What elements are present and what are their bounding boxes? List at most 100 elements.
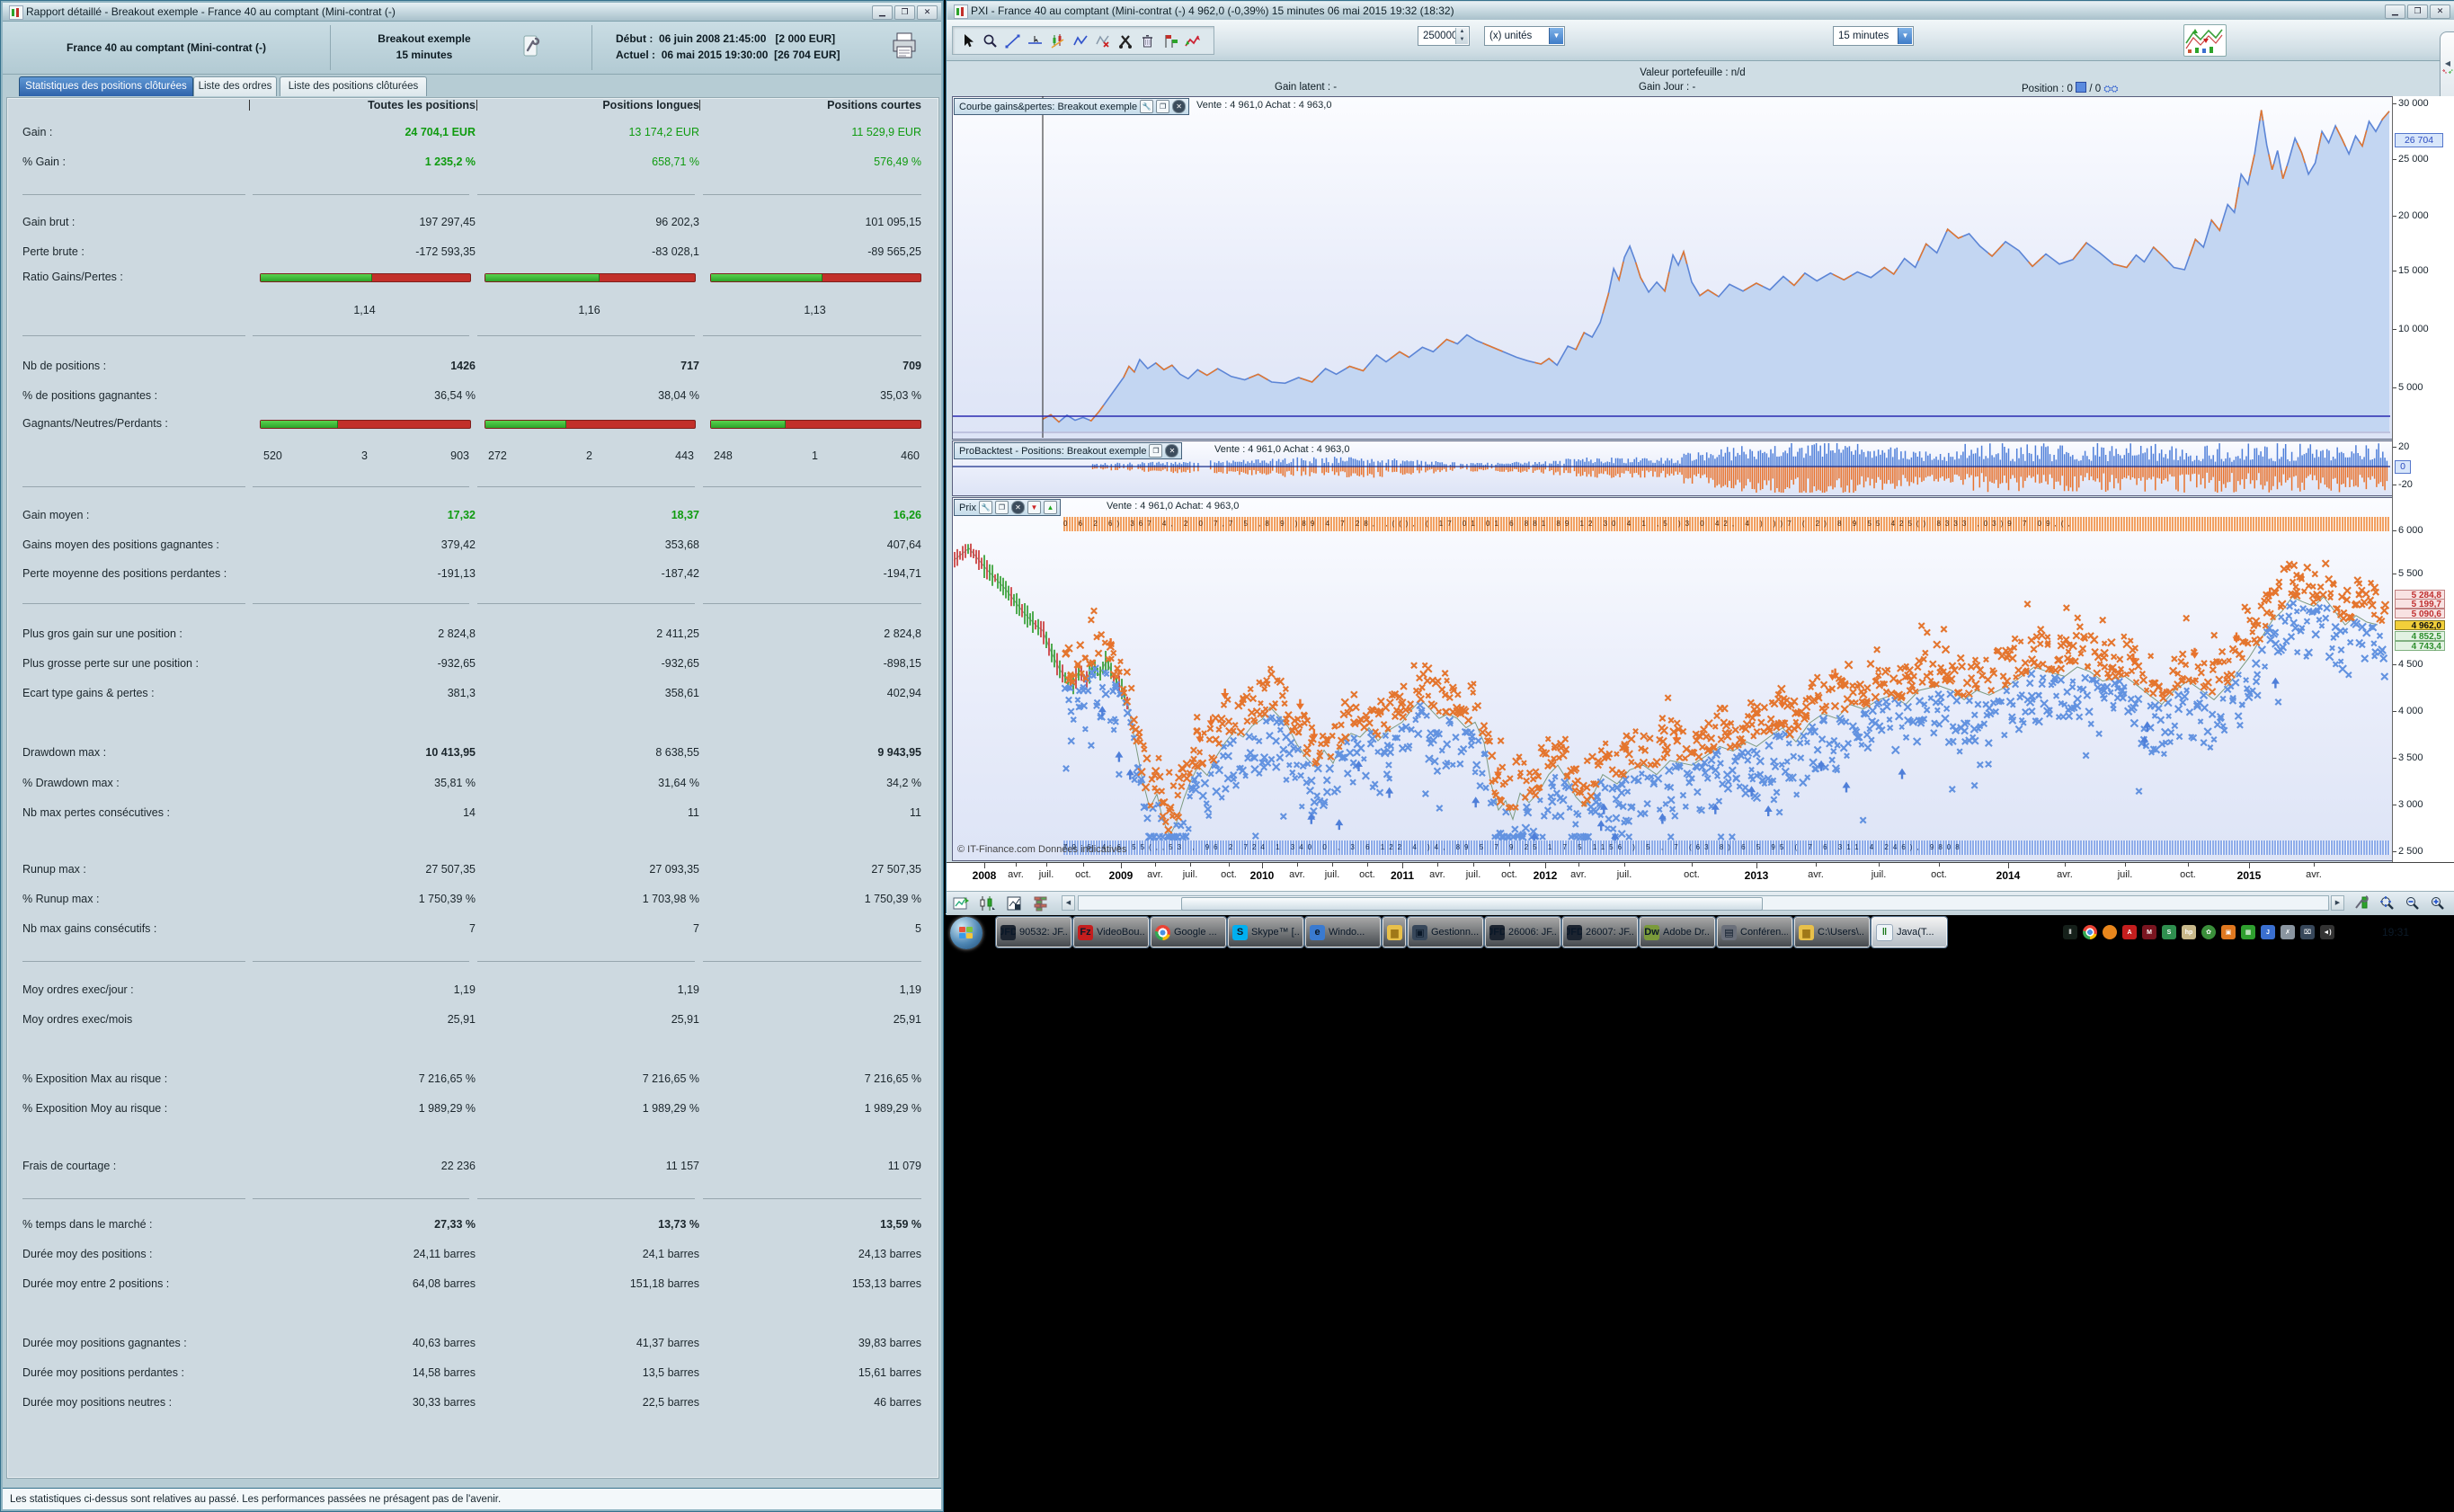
x-tick <box>2314 863 2315 867</box>
axis-tick-label: 20 <box>2398 441 2409 452</box>
zoom-in-icon[interactable] <box>2426 894 2450 912</box>
x-tick-label: 2009 <box>1109 869 1134 882</box>
axis-tick-label: 2 500 <box>2398 846 2423 857</box>
taskbar-button[interactable]: Google ... <box>1151 917 1226 947</box>
long-trades-band: 79 6 4 6 55(,,53 , 96 2 724 1 340 0 , 3 … <box>1063 840 2390 855</box>
sell-arrow-icon[interactable]: ▼ <box>1027 501 1041 514</box>
restore-button[interactable]: ❐ <box>894 5 915 20</box>
wrench-icon[interactable]: 🔧 <box>979 501 992 514</box>
x-tick-label: 2014 <box>1996 869 2021 882</box>
taskbar-button[interactable]: ▤Conféren... <box>1717 917 1792 947</box>
equity-panel-tab[interactable]: Courbe gains&pertes: Breakout exemple 🔧 … <box>954 98 1189 115</box>
strategy-timeframe: 15 minutes <box>330 49 519 61</box>
start-button[interactable] <box>950 917 982 949</box>
tab-liste-positions[interactable]: Liste des positions clôturées <box>280 76 427 96</box>
detach-window-icon[interactable]: ❐ <box>1156 100 1169 113</box>
price-panel-tab[interactable]: Prix 🔧 ❐ ✕ ▼ ▲ <box>954 499 1061 516</box>
jfd-icon: JFD <box>1489 925 1505 940</box>
taskbar-button[interactable]: FzVideoBou... <box>1073 917 1149 947</box>
new-chart-icon[interactable] <box>1002 894 1026 912</box>
short-trades-band: 0 6 2 6) 367 4, 2 0 7,7 5 ,8 9 )89 4 7 2… <box>1063 517 2390 531</box>
scrollbar-thumb[interactable] <box>1181 897 1763 911</box>
desktop: Rapport détaillé - Breakout exemple - Fr… <box>0 0 2454 1510</box>
chrome-icon <box>1155 925 1170 940</box>
taskbar-button[interactable]: DwAdobe Dr... <box>1640 917 1715 947</box>
taskbar-clock[interactable]: 19:31 <box>2382 926 2409 938</box>
close-button[interactable]: ✕ <box>917 5 938 20</box>
minimize-button[interactable]: ▁ <box>872 5 893 20</box>
folder-icon: ▆ <box>1799 925 1814 940</box>
system-tray: ‖ AMShp ✿ ▣ ▦ J ✗ ⌧ ◄) <box>2063 925 2334 939</box>
chrome-tray-icon[interactable] <box>2083 925 2097 939</box>
x-tick <box>1939 863 1940 867</box>
taskbar-button[interactable]: ▆ <box>1383 917 1406 947</box>
x-tick <box>1121 863 1122 868</box>
y-axis[interactable]: 30 00025 00020 00015 00010 0005 00020-20… <box>2392 96 2454 862</box>
chart-window: PXI - France 40 au comptant (Mini-contra… <box>946 0 2454 915</box>
volume-bricks-icon[interactable] <box>1029 894 1053 912</box>
taskbar-button[interactable]: ▆C:\Users\... <box>1794 917 1870 947</box>
x-tick-label: juil. <box>1872 869 1887 880</box>
detach-window-icon[interactable]: ❐ <box>995 501 1009 514</box>
wrench-icon[interactable]: 🔧 <box>1140 100 1153 113</box>
taskbar-button[interactable]: ▣Gestionn... <box>1408 917 1483 947</box>
ribbon-tray-icon[interactable]: ✿ <box>2201 925 2216 939</box>
x-tick-label: oct. <box>1931 869 1947 880</box>
taskbar-button[interactable]: eWindo... <box>1305 917 1381 947</box>
price-quote: Vente : 4 961,0 Achat: 4 963,0 <box>1107 501 1239 511</box>
taskbar-button-label: Adobe Dr... <box>1663 927 1711 938</box>
x-tick-label: juil. <box>1325 869 1340 880</box>
shield-tray-icon[interactable]: ✗ <box>2281 925 2295 939</box>
x-tick-label: 2011 <box>1391 869 1414 882</box>
axis-tick-label: 5 500 <box>2398 568 2423 579</box>
scrollbar-track[interactable] <box>1078 895 2329 911</box>
close-icon[interactable]: ✕ <box>1011 501 1025 514</box>
x-tick <box>1332 863 1333 867</box>
price-level-label: 5 199,7 <box>2395 599 2445 609</box>
taskbar-button[interactable]: JFD90532: JF... <box>996 917 1071 947</box>
report-titlebar[interactable]: Rapport détaillé - Breakout exemple - Fr… <box>3 3 941 22</box>
x-tick <box>1083 863 1084 867</box>
restore-chart-icon[interactable] <box>950 894 974 912</box>
taskbar-button-label: VideoBou... <box>1097 927 1144 938</box>
taskbar-button-label: Java(T... <box>1897 927 1934 938</box>
x-axis[interactable]: 2008avr.juil.oct.2009avr.juil.oct.2010av… <box>947 862 2454 891</box>
speaker-tray-icon[interactable]: ◄) <box>2320 925 2334 939</box>
taskbar-button[interactable]: ‖Java(T... <box>1872 917 1947 947</box>
x-tick-label: 2008 <box>973 869 997 882</box>
candlestick-style-icon[interactable] <box>975 894 999 912</box>
detach-window-icon[interactable]: ❐ <box>1149 444 1162 458</box>
hp-tray-icon[interactable]: hp <box>2182 925 2196 939</box>
orange-ball-tray-icon[interactable] <box>2103 925 2117 939</box>
x-tick <box>2188 863 2189 867</box>
display-tray-icon[interactable]: ⌧ <box>2300 925 2315 939</box>
x-tick-label: avr. <box>1289 869 1305 880</box>
zoom-out-icon[interactable] <box>2401 894 2424 912</box>
candle-tray-icon[interactable]: ‖ <box>2063 925 2077 939</box>
grid-green-tray-icon[interactable]: ▦ <box>2241 925 2255 939</box>
zoom-fit-icon[interactable] <box>2376 894 2399 912</box>
axis-tick-label: 3 500 <box>2398 752 2423 763</box>
tab-statistiques[interactable]: Statistiques des positions clôturées <box>19 76 193 96</box>
price-level-label: 4 743,4 <box>2395 641 2445 651</box>
x-tick-label: oct. <box>1221 869 1237 880</box>
acrobat-tray-icon[interactable]: A <box>2122 925 2137 939</box>
close-icon[interactable]: ✕ <box>1172 100 1186 113</box>
mcafee-tray-icon[interactable]: M <box>2142 925 2156 939</box>
tab-liste-ordres[interactable]: Liste des ordres <box>193 76 277 96</box>
box-orange-tray-icon[interactable]: ▣ <box>2221 925 2236 939</box>
buy-arrow-icon[interactable]: ▲ <box>1044 501 1057 514</box>
sync-tray-icon[interactable]: S <box>2162 925 2176 939</box>
taskbar-button[interactable]: JFD26006: JF... <box>1485 917 1560 947</box>
strategy-settings-button[interactable] <box>520 34 540 58</box>
close-icon[interactable]: ✕ <box>1165 444 1178 458</box>
print-button[interactable] <box>891 31 918 61</box>
taskbar-button-label: Windo... <box>1329 927 1365 938</box>
scroll-right-arrow[interactable]: ▶ <box>2331 895 2344 911</box>
chart-settings-icon[interactable] <box>2351 894 2374 912</box>
taskbar-button[interactable]: SSkype™ [... <box>1228 917 1303 947</box>
scroll-left-arrow[interactable]: ◀ <box>1062 895 1075 911</box>
taskbar-button[interactable]: JFD26007: JF... <box>1562 917 1638 947</box>
positions-panel-tab[interactable]: ProBacktest - Positions: Breakout exempl… <box>954 442 1182 459</box>
java-tray-icon[interactable]: J <box>2261 925 2275 939</box>
